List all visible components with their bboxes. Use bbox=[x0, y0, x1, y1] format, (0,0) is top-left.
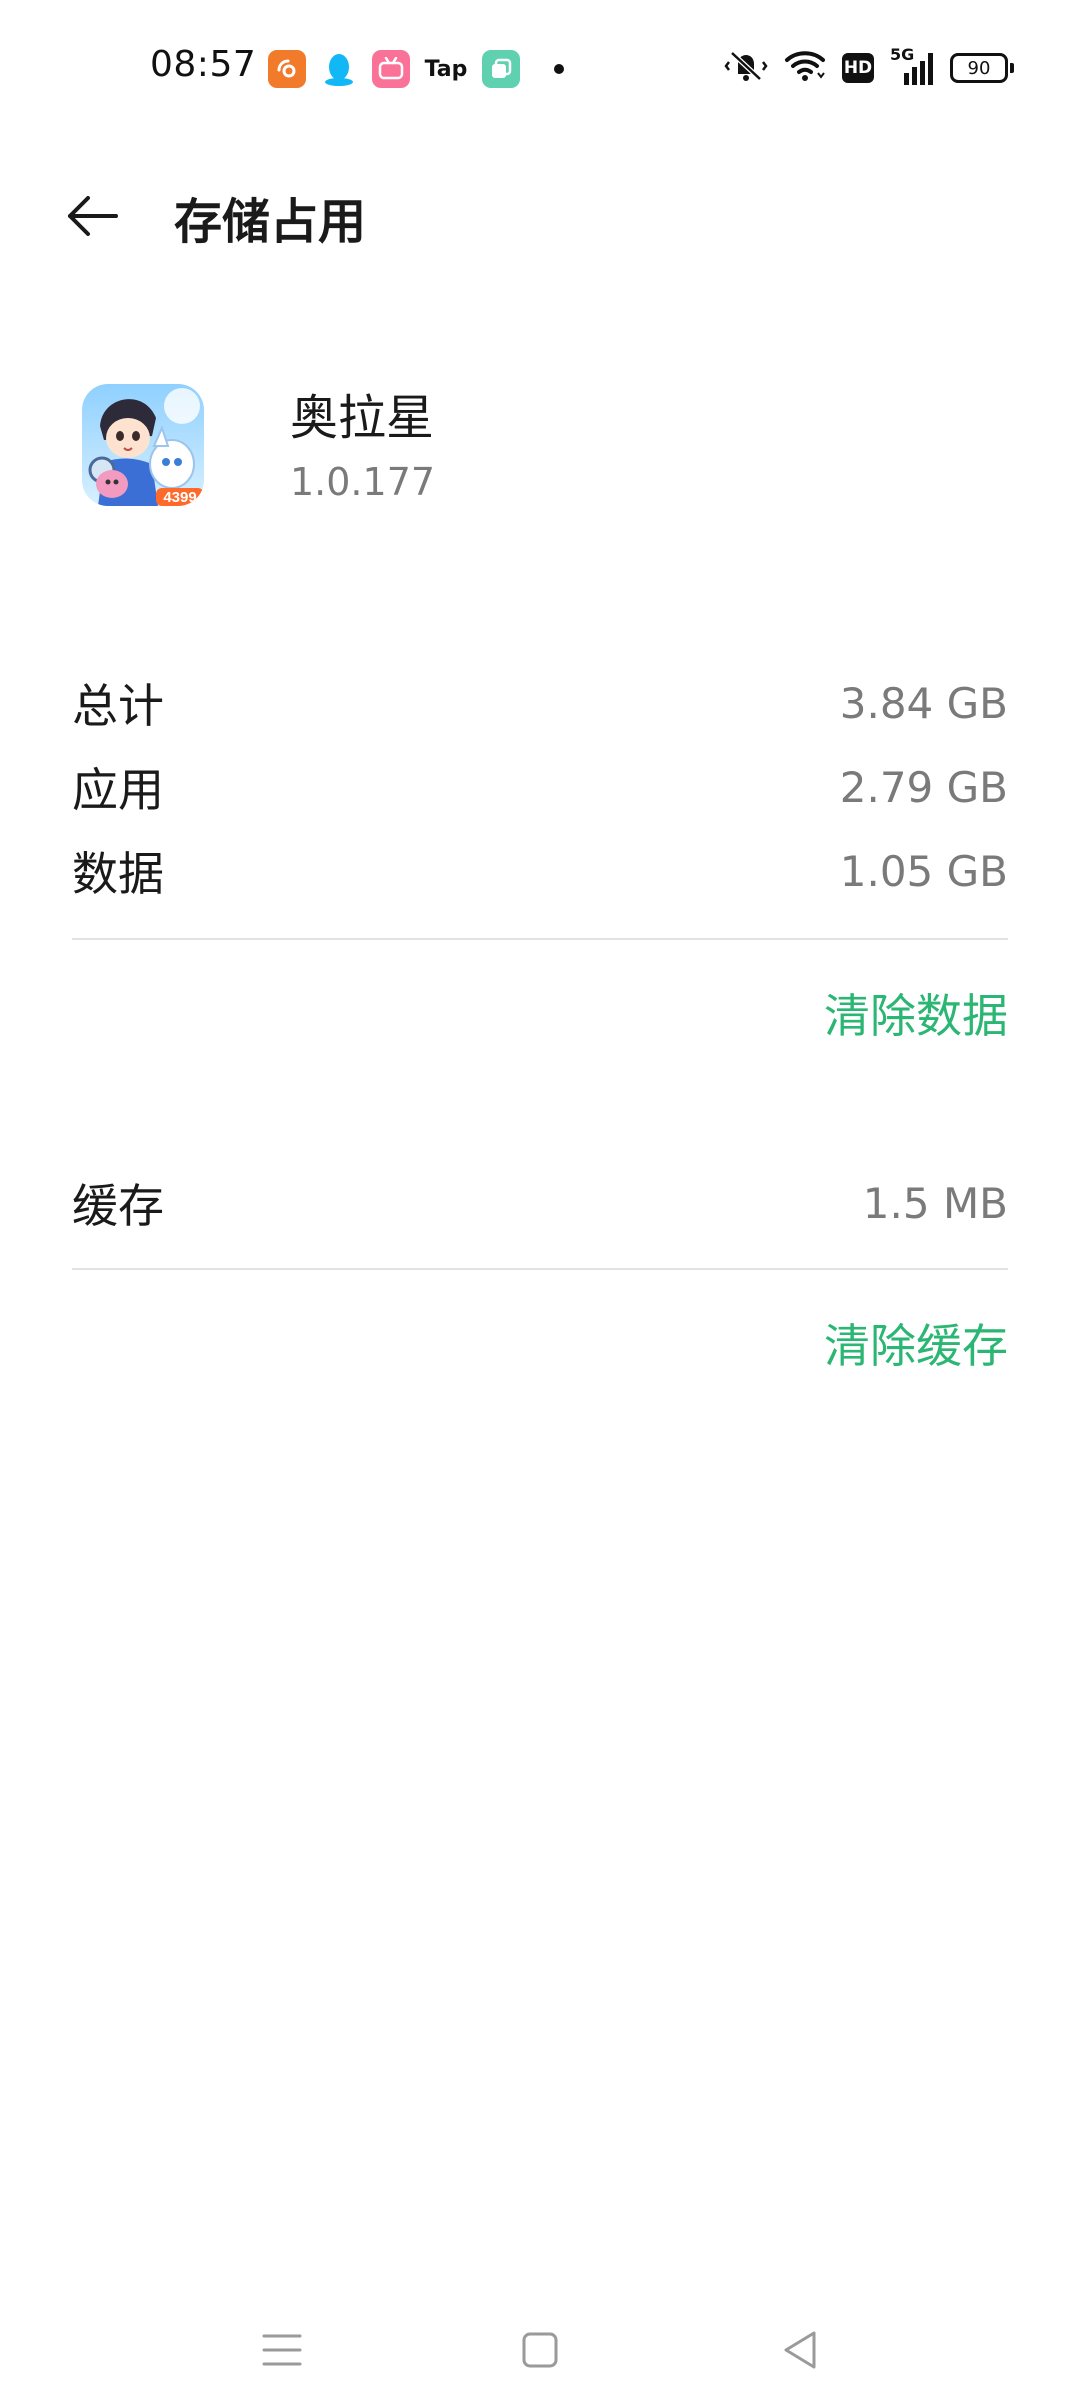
menu-icon bbox=[262, 2334, 302, 2366]
battery-icon: 90 bbox=[950, 53, 1014, 83]
back-arrow-icon bbox=[68, 196, 118, 236]
data-size-label: 数据 bbox=[72, 847, 164, 901]
storage-data-row: 数据 1.05 GB bbox=[72, 836, 1008, 906]
navigation-bar bbox=[0, 2300, 1080, 2400]
more-notifications-dot bbox=[554, 64, 564, 74]
hd-badge: HD bbox=[842, 53, 874, 83]
battery-level: 90 bbox=[950, 53, 1008, 83]
app-version: 1.0.177 bbox=[290, 460, 436, 504]
clear-cache-button[interactable]: 清除缓存 bbox=[824, 1310, 1008, 1376]
app-info: 4399 奥拉星 1.0.177 bbox=[0, 370, 1080, 520]
status-time: 08:57 bbox=[150, 44, 257, 85]
home-square-icon bbox=[522, 2332, 558, 2368]
page-title: 存储占用 bbox=[174, 194, 367, 250]
system-icons: HD 5G 90 bbox=[724, 45, 1014, 88]
notification-icons: Tap bbox=[268, 50, 564, 88]
back-triangle-icon bbox=[784, 2331, 816, 2369]
multitask-icon bbox=[482, 50, 520, 88]
app-size-value: 2.79 GB bbox=[839, 762, 1008, 812]
total-value: 3.84 GB bbox=[839, 678, 1008, 728]
home-button[interactable] bbox=[504, 2314, 576, 2386]
divider bbox=[72, 1268, 1008, 1270]
cache-label: 缓存 bbox=[72, 1179, 164, 1233]
taptap-icon: Tap bbox=[424, 56, 468, 82]
clear-data-button[interactable]: 清除数据 bbox=[824, 980, 1008, 1046]
app-name: 奥拉星 bbox=[290, 390, 435, 446]
wifi-icon bbox=[784, 49, 826, 87]
header: 存储占用 bbox=[0, 160, 1080, 270]
app-size-label: 应用 bbox=[72, 763, 164, 817]
status-bar: 08:57 Tap HD 5G 90 bbox=[0, 0, 1080, 140]
recents-button[interactable] bbox=[246, 2314, 318, 2386]
qq-icon bbox=[320, 50, 358, 88]
storage-usage-screen: 08:57 Tap HD 5G 90 存储占用 4399 奥拉星 1.0.177… bbox=[0, 0, 1080, 2400]
signal-5g-icon: 5G bbox=[890, 45, 934, 87]
uc-browser-icon bbox=[268, 50, 306, 88]
data-size-value: 1.05 GB bbox=[839, 846, 1008, 896]
back-nav-button[interactable] bbox=[764, 2314, 836, 2386]
bilibili-icon bbox=[372, 50, 410, 88]
app-icon: 4399 bbox=[82, 384, 204, 506]
cache-value: 1.5 MB bbox=[862, 1178, 1008, 1228]
back-button[interactable] bbox=[60, 184, 124, 248]
storage-cache-row: 缓存 1.5 MB bbox=[72, 1168, 1008, 1238]
divider bbox=[72, 938, 1008, 940]
battery-tip bbox=[1010, 63, 1014, 73]
vibrate-icon bbox=[724, 48, 768, 88]
total-label: 总计 bbox=[72, 679, 164, 733]
storage-app-row: 应用 2.79 GB bbox=[72, 752, 1008, 822]
app-icon-badge: 4399 bbox=[163, 489, 196, 506]
storage-total-row: 总计 3.84 GB bbox=[72, 668, 1008, 738]
